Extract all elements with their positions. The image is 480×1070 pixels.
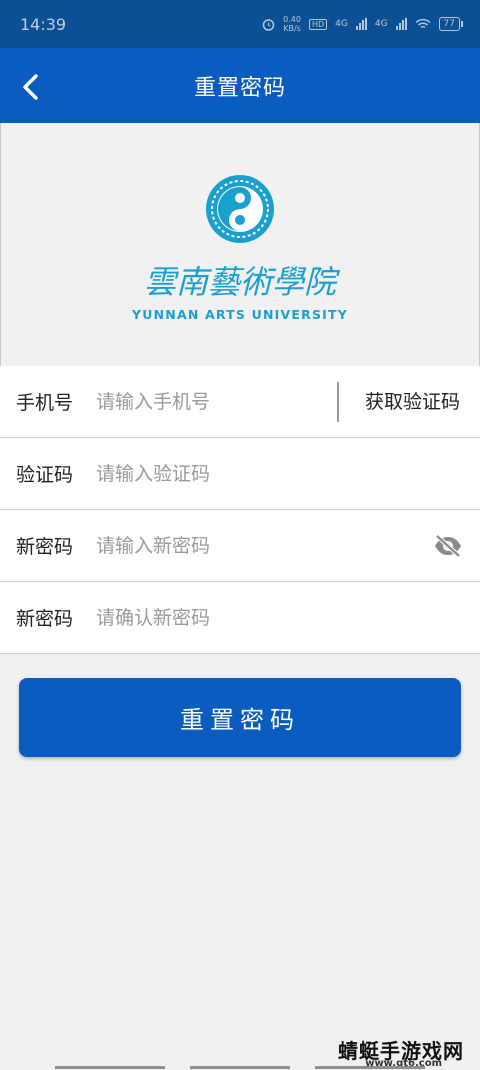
back-button[interactable] [14, 66, 54, 106]
battery-icon: 77 [438, 17, 464, 31]
code-label: 验证码 [16, 464, 74, 486]
signal-1-label: 4G [335, 19, 348, 29]
calligraphy-text: 雲南藝術學院 [144, 263, 341, 301]
alarm-icon [262, 18, 275, 31]
confirm-password-label: 新密码 [16, 608, 74, 630]
university-calligraphy: 雲南藝術學院 [144, 263, 341, 301]
new-password-input[interactable] [96, 534, 326, 557]
university-emblem [206, 175, 274, 243]
hd-badge: HD [308, 18, 328, 30]
page-title: 重置密码 [193, 75, 286, 101]
code-input[interactable] [96, 462, 326, 485]
get-code-divider [337, 382, 339, 422]
signal-2-icon [395, 18, 407, 30]
status-time: 14:39 [20, 14, 67, 34]
logo-area: 雲南藝術學院 YUNNAN ARTS UNIVERSITY [0, 123, 480, 366]
confirm-password-input[interactable] [96, 606, 326, 629]
new-password-label: 新密码 [16, 536, 74, 558]
eye-slash-icon[interactable] [433, 534, 463, 558]
reset-password-button[interactable]: 重置密码 [19, 678, 461, 757]
nav-gesture-line-center [190, 1066, 290, 1069]
wifi-icon [415, 18, 431, 29]
net-speed-unit: KB/s [283, 24, 301, 33]
nav-gesture-line-left [55, 1066, 165, 1069]
phone-row: 手机号 获取验证码 [0, 366, 480, 438]
reset-form: 手机号 获取验证码 验证码 新密码 新密码 [0, 366, 480, 654]
phone-input[interactable] [96, 390, 326, 413]
signal-1-icon [355, 18, 367, 30]
net-speed: 0.40 KB/s [283, 15, 301, 33]
signal-2-label: 4G [374, 19, 388, 29]
nav-gesture-line-right [315, 1066, 425, 1069]
status-icons: 0.40 KB/s HD 4G 4G 77 [262, 15, 464, 33]
phone-label: 手机号 [16, 392, 74, 414]
university-english-name: YUNNAN ARTS UNIVERSITY [132, 307, 348, 322]
chevron-left-icon [23, 74, 38, 100]
get-code-button[interactable]: 获取验证码 [365, 366, 460, 438]
net-speed-value: 0.40 [283, 15, 301, 24]
code-row: 验证码 [0, 438, 480, 510]
status-bar: 14:39 0.40 KB/s HD 4G 4G 77 [0, 0, 480, 48]
new-password-row: 新密码 [0, 510, 480, 582]
title-bar: 重置密码 [0, 48, 480, 123]
confirm-password-row: 新密码 [0, 582, 480, 654]
